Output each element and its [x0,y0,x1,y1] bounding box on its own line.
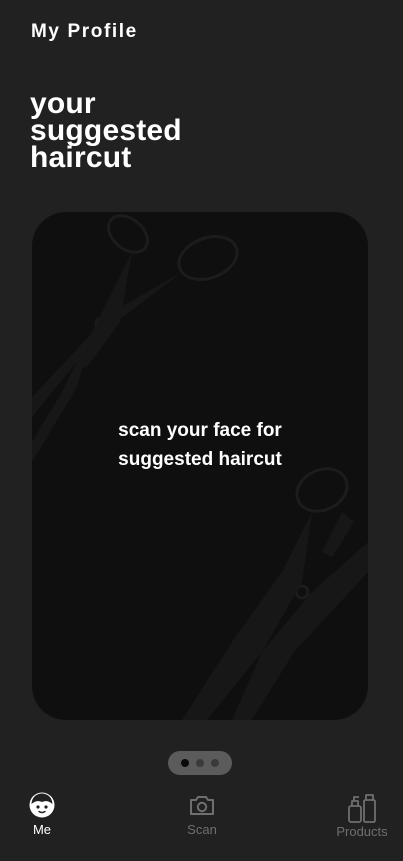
page-title: My Profile [31,21,138,42]
nav-tab-scan[interactable]: Scan [157,792,247,837]
suggested-haircut-card[interactable]: scan your face for suggested haircut [32,212,368,720]
camera-icon [190,796,214,815]
card-message-line: suggested haircut [118,449,282,470]
page-indicator[interactable] [168,751,232,775]
page-dot[interactable] [211,759,219,767]
profile-screen: My Profile your suggested haircut scan y… [0,0,403,861]
products-icon [348,794,376,823]
section-heading: your suggested haircut [30,87,290,174]
nav-tab-me[interactable]: Me [0,792,87,837]
face-icon [29,792,55,818]
card-message: scan your face for suggested haircut [32,416,368,474]
page-dot[interactable] [196,759,204,767]
heading-line: your [30,87,96,120]
heading-line: suggested [30,114,182,147]
nav-label: Products [336,824,388,839]
nav-tab-products[interactable]: Products [317,792,403,839]
nav-label: Scan [187,822,217,837]
nav-label: Me [32,822,52,837]
card-message-line: scan your face for [118,420,282,441]
page-dot-active[interactable] [181,759,189,767]
heading-line: haircut [30,141,132,174]
